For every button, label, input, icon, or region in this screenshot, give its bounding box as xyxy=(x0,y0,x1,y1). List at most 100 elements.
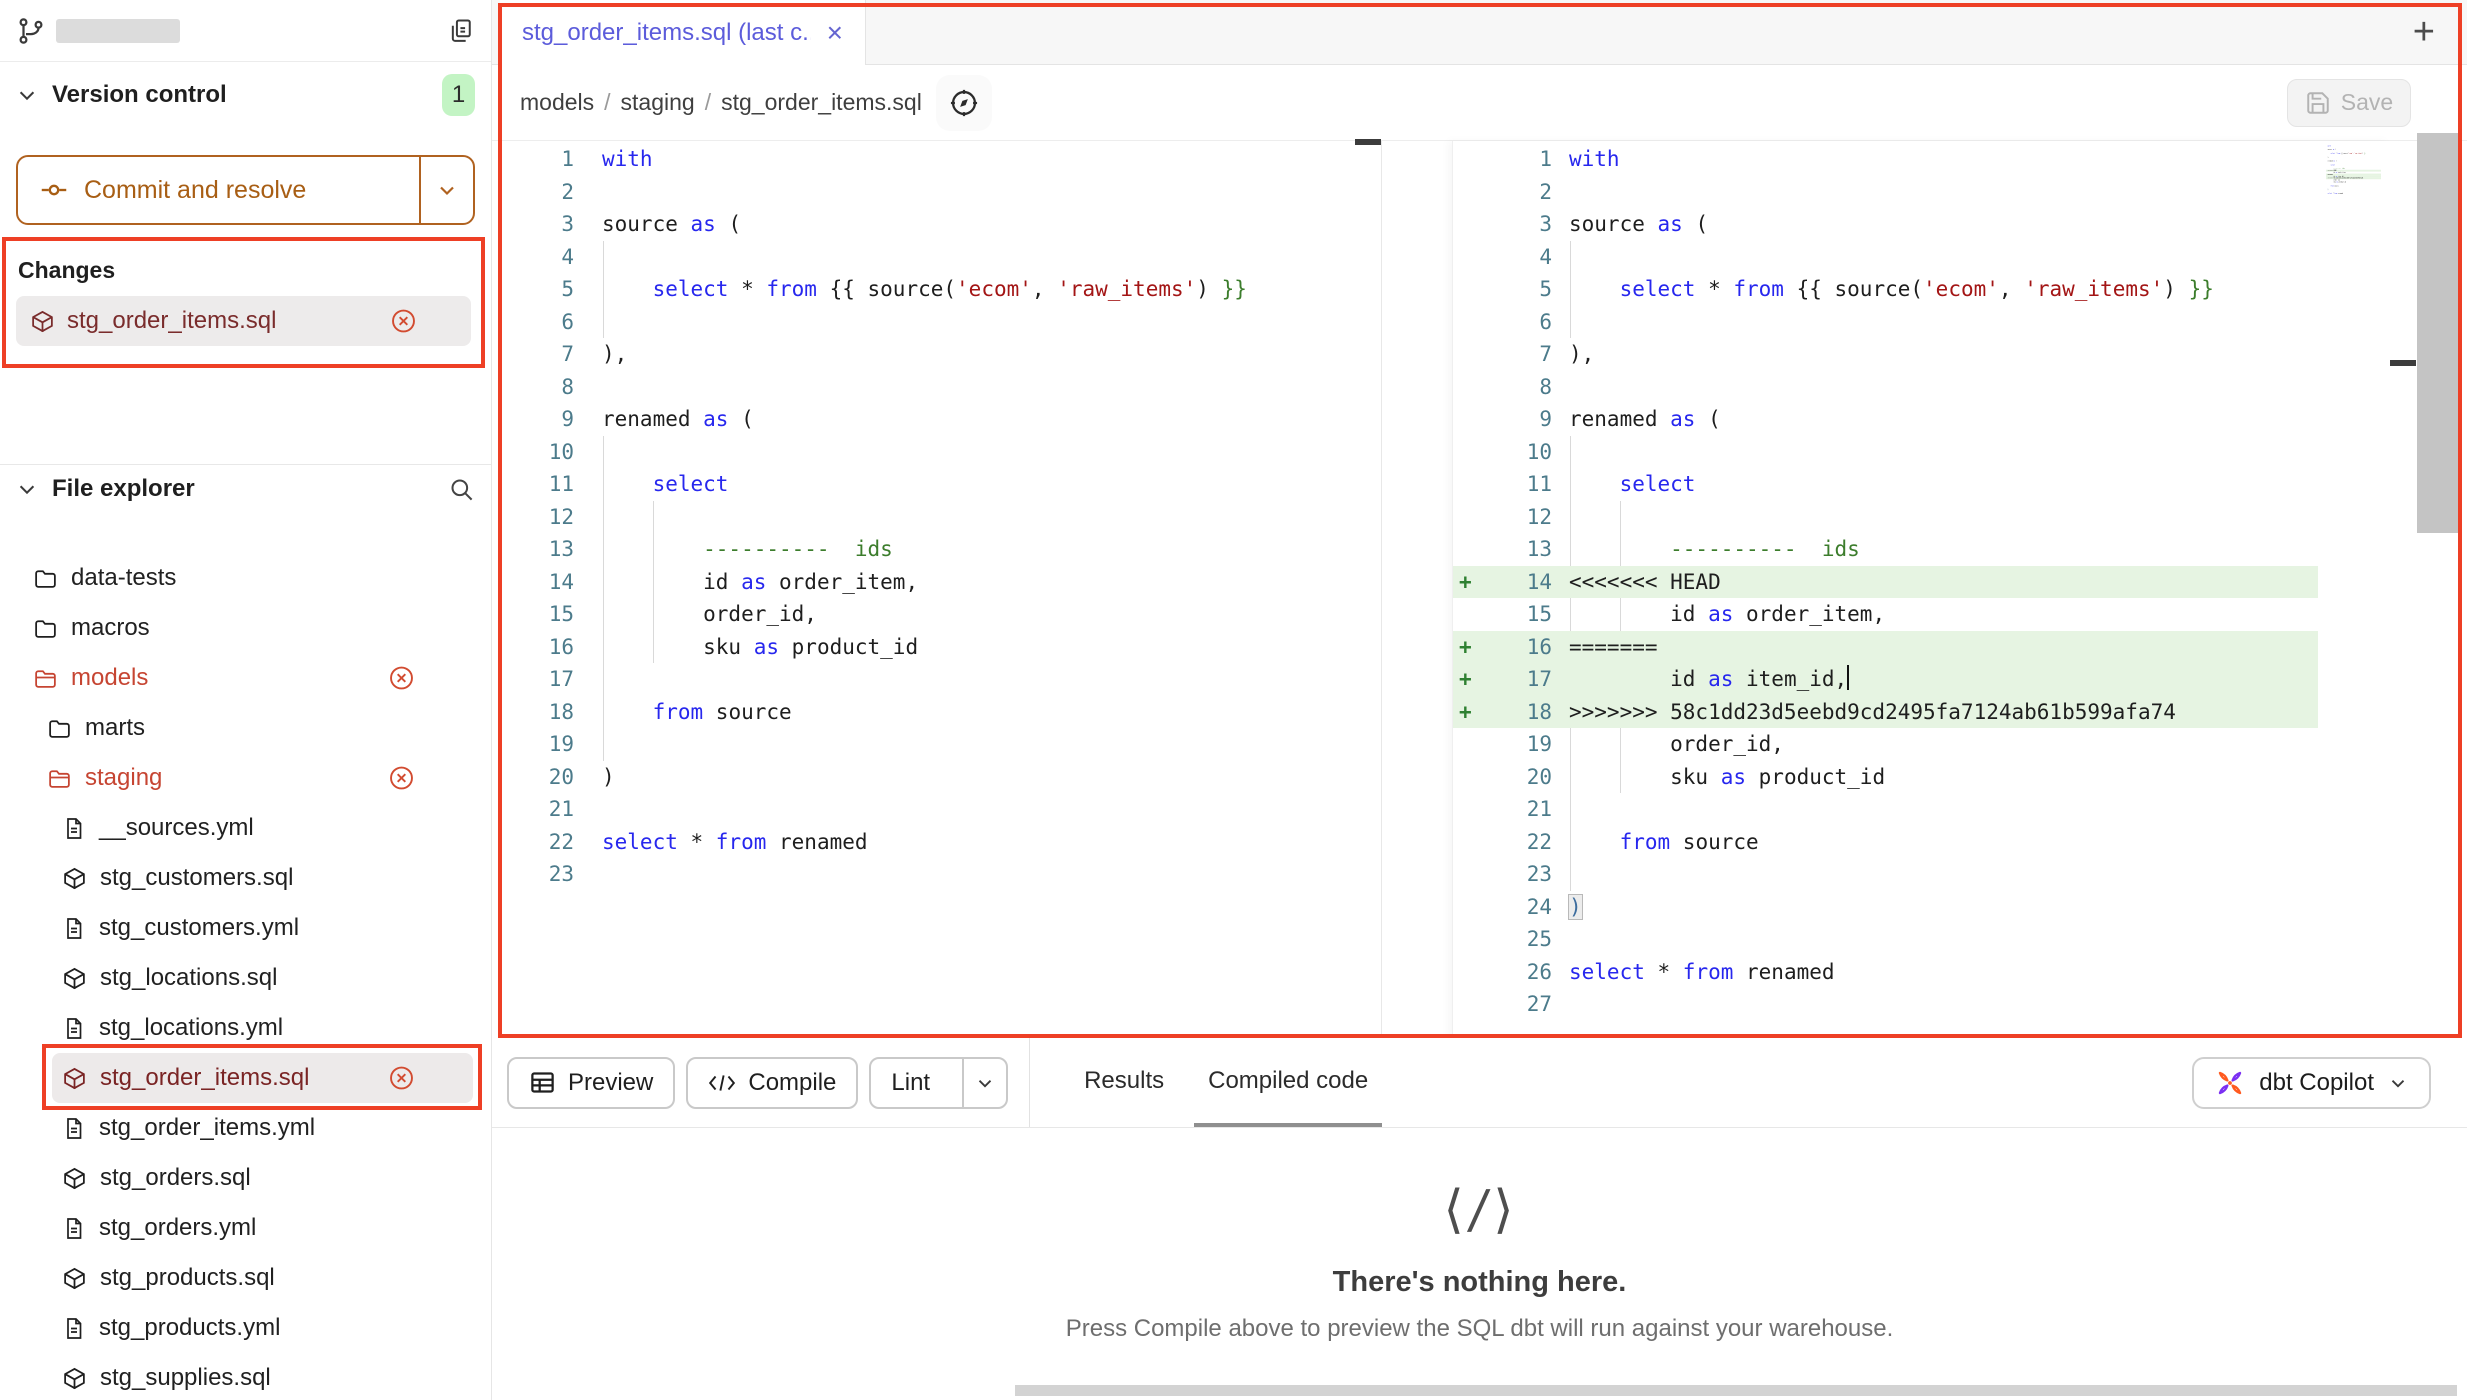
save-button[interactable]: Save xyxy=(2287,79,2411,127)
code-line[interactable]: 4 xyxy=(501,241,1381,274)
compile-button[interactable]: Compile xyxy=(686,1057,858,1109)
code-line[interactable]: 27 xyxy=(2326,194,2381,196)
code-line[interactable]: 1with xyxy=(501,143,1381,176)
code-line[interactable]: 20) xyxy=(501,761,1381,794)
copy-icon[interactable] xyxy=(447,16,475,46)
code-line[interactable]: 4 xyxy=(1453,241,2390,274)
code-line[interactable]: 9renamed as ( xyxy=(1453,403,2390,436)
code-line[interactable]: 11 select xyxy=(1453,468,2390,501)
code-line[interactable]: 21 xyxy=(501,793,1381,826)
code-line[interactable]: +16======= xyxy=(1453,631,2390,664)
preview-button[interactable]: Preview xyxy=(507,1057,675,1109)
version-control-header[interactable]: Version control 1 xyxy=(0,62,491,128)
conflict-status-icon[interactable] xyxy=(390,308,417,335)
tree-item-macros[interactable]: macros xyxy=(0,603,491,653)
code-line[interactable]: 6 xyxy=(1453,306,2390,339)
code-line[interactable]: 24) xyxy=(1453,891,2390,924)
code-line[interactable]: 22select * from renamed xyxy=(501,826,1381,859)
conflict-status-icon[interactable] xyxy=(388,765,415,792)
code-line[interactable]: +18>>>>>>> 58c1dd23d5eebd9cd2495fa7124ab… xyxy=(1453,696,2390,729)
code-line[interactable]: 17 xyxy=(501,663,1381,696)
dbt-copilot-button[interactable]: dbt Copilot xyxy=(2192,1057,2431,1109)
lint-options-caret[interactable] xyxy=(962,1059,1006,1107)
tab-results[interactable]: Results xyxy=(1070,1038,1178,1127)
conflict-status-icon[interactable] xyxy=(388,1065,415,1092)
commit-and-resolve-button[interactable]: Commit and resolve xyxy=(16,155,475,225)
code-line[interactable]: 12 xyxy=(501,501,1381,534)
code-line[interactable]: 10 xyxy=(501,436,1381,469)
breadcrumb-part[interactable]: stg_order_items.sql xyxy=(721,89,922,115)
code-line[interactable]: 23 xyxy=(1453,858,2390,891)
code-line[interactable]: +14<<<<<<< HEAD xyxy=(1453,566,2390,599)
model-health-button[interactable] xyxy=(936,75,992,131)
code-line[interactable]: 7), xyxy=(1453,338,2390,371)
conflict-status-icon[interactable] xyxy=(388,665,415,692)
tab-stg-order-items[interactable]: stg_order_items.sql (last c... × xyxy=(500,0,866,65)
code-line[interactable]: 15 id as order_item, xyxy=(1453,598,2390,631)
code-line[interactable]: 26select * from renamed xyxy=(1453,956,2390,989)
code-line[interactable]: 18 from source xyxy=(501,696,1381,729)
code-line[interactable]: 8 xyxy=(1453,371,2390,404)
code-line[interactable]: 5 select * from {{ source('ecom', 'raw_i… xyxy=(501,273,1381,306)
tree-item-stg-orders-sql[interactable]: stg_orders.sql xyxy=(0,1153,491,1203)
code-line[interactable]: 3source as ( xyxy=(501,208,1381,241)
tree-item-stg-supplies-sql[interactable]: stg_supplies.sql xyxy=(0,1353,491,1400)
code-line[interactable]: 22 from source xyxy=(1453,826,2390,859)
code-line[interactable]: 16 sku as product_id xyxy=(501,631,1381,664)
code-line[interactable]: 20 sku as product_id xyxy=(1453,761,2390,794)
tree-item-data-tests[interactable]: data-tests xyxy=(0,553,491,603)
commit-options-caret[interactable] xyxy=(419,157,473,223)
minimap[interactable]: 1with23source as (45 select * from {{ so… xyxy=(2318,141,2390,1038)
code-line[interactable]: 21 xyxy=(1453,793,2390,826)
horizontal-scrollbar[interactable] xyxy=(1015,1385,2457,1396)
code-line[interactable]: 10 xyxy=(1453,436,2390,469)
search-icon[interactable] xyxy=(448,476,475,503)
file-explorer-header[interactable]: File explorer xyxy=(0,465,491,513)
code-line[interactable]: 2 xyxy=(501,176,1381,209)
tree-item-stg-order-items-yml[interactable]: stg_order_items.yml xyxy=(0,1103,491,1153)
code-line[interactable]: 19 xyxy=(501,728,1381,761)
code-line[interactable]: 14 id as order_item, xyxy=(501,566,1381,599)
code-line[interactable]: 25 xyxy=(1453,923,2390,956)
code-line[interactable]: 11 select xyxy=(501,468,1381,501)
code-line[interactable]: 5 select * from {{ source('ecom', 'raw_i… xyxy=(1453,273,2390,306)
pane-resize-handle[interactable] xyxy=(1355,139,1381,145)
code-line[interactable]: 19 order_id, xyxy=(1453,728,2390,761)
tree-item-staging[interactable]: staging xyxy=(0,753,491,803)
tree-item-stg-order-items-sql[interactable]: stg_order_items.sql xyxy=(52,1053,473,1103)
code-line[interactable]: 2 xyxy=(1453,176,2390,209)
tree-item-stg-locations-yml[interactable]: stg_locations.yml xyxy=(0,1003,491,1053)
diff-pane-current[interactable]: 1with23source as (45 select * from {{ so… xyxy=(1452,141,2390,1038)
code-line[interactable]: 7), xyxy=(501,338,1381,371)
scrollbar-resize-handle[interactable] xyxy=(2390,360,2416,366)
tree-item-stg-products-sql[interactable]: stg_products.sql xyxy=(0,1253,491,1303)
tree-item-stg-orders-yml[interactable]: stg_orders.yml xyxy=(0,1203,491,1253)
tree-item-stg-products-yml[interactable]: stg_products.yml xyxy=(0,1303,491,1353)
vertical-scrollbar-thumb[interactable] xyxy=(2417,133,2459,533)
code-line[interactable]: +17 id as item_id, xyxy=(1453,663,2390,696)
code-line[interactable]: 13 ---------- ids xyxy=(501,533,1381,566)
tree-item-marts[interactable]: marts xyxy=(0,703,491,753)
code-line[interactable]: 15 order_id, xyxy=(501,598,1381,631)
code-line[interactable]: 9renamed as ( xyxy=(501,403,1381,436)
tree-item--sources-yml[interactable]: __sources.yml xyxy=(0,803,491,853)
code-line[interactable]: 12 xyxy=(1453,501,2390,534)
code-line[interactable]: 8 xyxy=(501,371,1381,404)
changed-file-row[interactable]: stg_order_items.sql xyxy=(16,296,471,346)
code-line[interactable]: 6 xyxy=(501,306,1381,339)
tree-item-stg-customers-yml[interactable]: stg_customers.yml xyxy=(0,903,491,953)
code-line[interactable]: 27 xyxy=(1453,988,2390,1021)
close-tab-icon[interactable]: × xyxy=(827,19,843,47)
breadcrumb-part[interactable]: models xyxy=(520,89,594,115)
tab-compiled-code[interactable]: Compiled code xyxy=(1194,1038,1382,1127)
tree-item-stg-locations-sql[interactable]: stg_locations.sql xyxy=(0,953,491,1003)
new-tab-button[interactable]: + xyxy=(2413,13,2435,51)
code-line[interactable]: 13 ---------- ids xyxy=(1453,533,2390,566)
code-line[interactable]: 3source as ( xyxy=(1453,208,2390,241)
code-line[interactable]: 1with xyxy=(1453,143,2390,176)
lint-button[interactable]: Lint xyxy=(871,1059,950,1107)
diff-pane-original[interactable]: 1with23source as (45 select * from {{ so… xyxy=(501,141,1382,1038)
code-line[interactable]: 23 xyxy=(501,858,1381,891)
tree-item-stg-customers-sql[interactable]: stg_customers.sql xyxy=(0,853,491,903)
breadcrumb-part[interactable]: staging xyxy=(621,89,695,115)
